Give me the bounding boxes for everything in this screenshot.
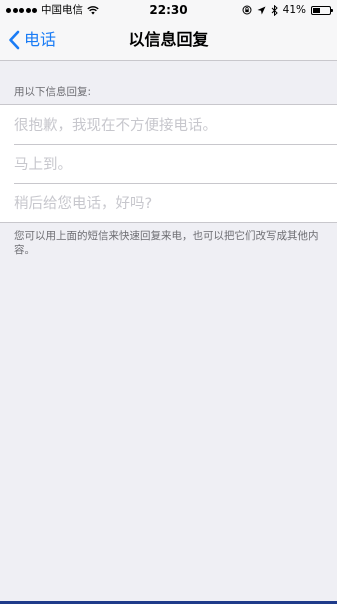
battery-icon xyxy=(311,5,333,15)
quick-reply-field-1[interactable]: 很抱歉，我现在不方便接电话。 xyxy=(0,105,337,144)
reply-with-message-screen: 中国电信 22:30 41% 电话 以信息回复 用以下信息回复: 很抱歉，我现在… xyxy=(0,0,337,604)
orientation-lock-icon xyxy=(242,5,252,15)
top-bar: 中国电信 22:30 41% 电话 以信息回复 xyxy=(0,0,337,61)
section-footer-note: 您可以用上面的短信来快速回复来电，也可以把它们改写成其他内容。 xyxy=(14,230,319,256)
battery-percentage: 41% xyxy=(282,4,306,16)
section-header: 用以下信息回复: xyxy=(14,86,92,98)
page-title: 以信息回复 xyxy=(128,30,209,49)
status-bar: 中国电信 22:30 41% xyxy=(0,0,337,20)
bluetooth-icon xyxy=(271,4,278,16)
quick-reply-list: 很抱歉，我现在不方便接电话。 马上到。 稍后给您电话，好吗? xyxy=(0,104,337,223)
quick-reply-field-3[interactable]: 稍后给您电话，好吗? xyxy=(0,183,337,222)
quick-reply-field-2[interactable]: 马上到。 xyxy=(0,144,337,183)
navigation-bar: 电话 以信息回复 xyxy=(0,20,337,60)
battery-level-fill xyxy=(313,7,320,13)
status-right: 41% xyxy=(242,4,333,16)
location-arrow-icon xyxy=(257,6,266,15)
